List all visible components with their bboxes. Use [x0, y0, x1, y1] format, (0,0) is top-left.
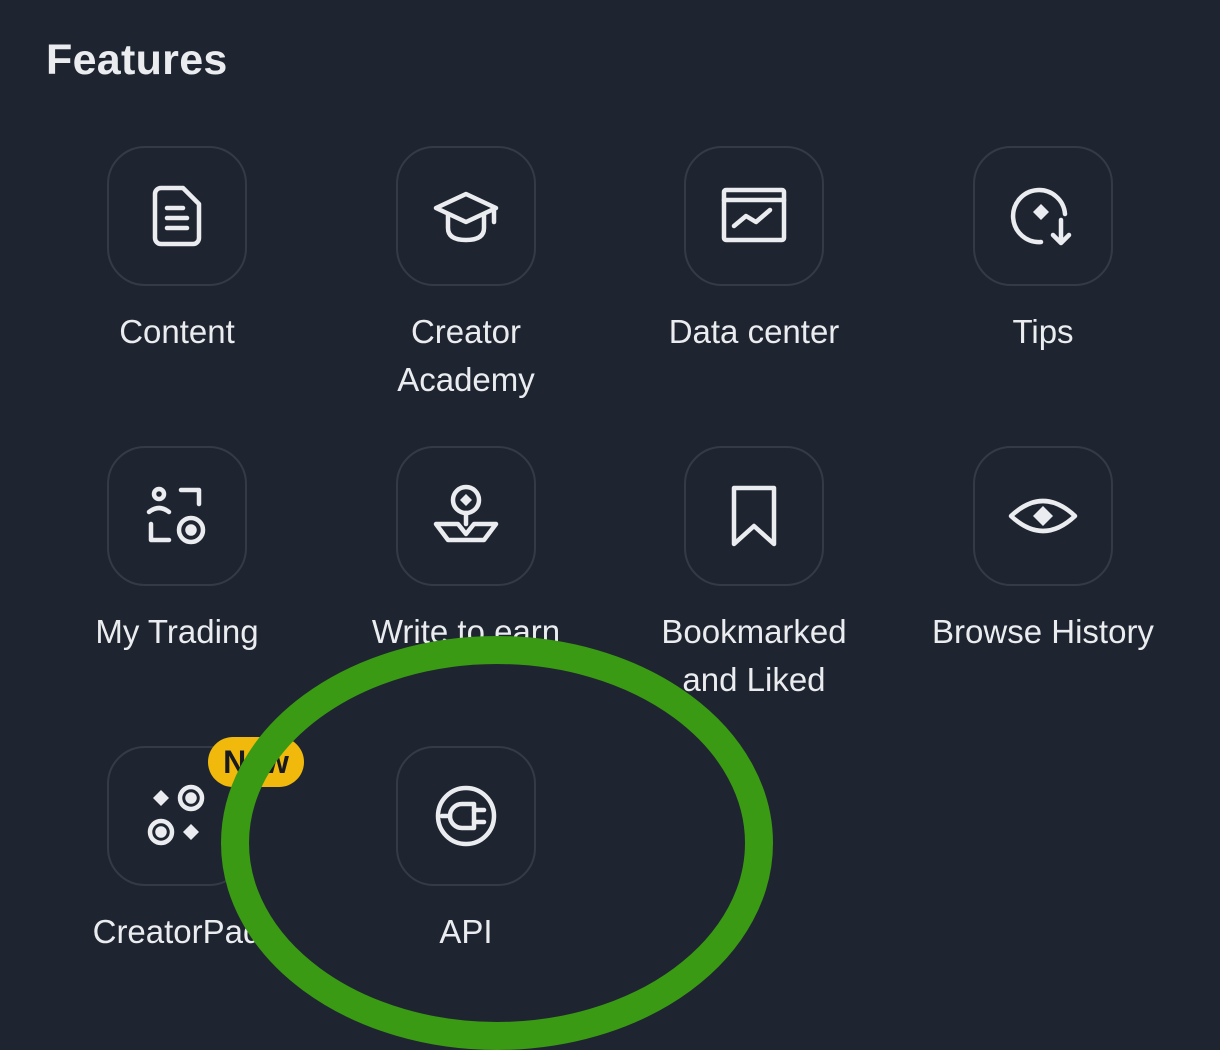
- feature-api[interactable]: API: [321, 746, 611, 956]
- creator-academy-icon-box[interactable]: [396, 146, 536, 286]
- bookmarked-icon-box[interactable]: [684, 446, 824, 586]
- feature-browse-history[interactable]: Browse History: [898, 446, 1188, 656]
- feature-label: CreatorPad: [92, 913, 262, 950]
- feature-label: Content: [119, 313, 235, 350]
- write-to-earn-icon-box[interactable]: [396, 446, 536, 586]
- data-center-icon-box[interactable]: [684, 146, 824, 286]
- my-trading-icon-box[interactable]: [107, 446, 247, 586]
- feature-label: Creator Academy: [397, 313, 535, 398]
- feature-bookmarked-and-liked[interactable]: Bookmarked and Liked: [609, 446, 899, 704]
- feature-content[interactable]: Content: [32, 146, 322, 356]
- feature-label: Write to earn: [371, 613, 561, 650]
- feature-write-to-earn[interactable]: Write to earn: [321, 446, 611, 656]
- trading-icon: [146, 486, 206, 545]
- feature-label: Data center: [668, 313, 840, 350]
- eye-icon: [1008, 498, 1078, 534]
- tips-icon-box[interactable]: [973, 146, 1113, 286]
- graduation-cap-icon: [433, 191, 499, 243]
- plug-icon: [435, 785, 497, 847]
- tips-icon: [1010, 187, 1072, 246]
- feature-label: Bookmarked and Liked: [661, 613, 847, 698]
- feature-label: Browse History: [932, 613, 1154, 650]
- write-to-earn-icon: [433, 484, 499, 543]
- document-icon: [152, 185, 202, 247]
- feature-label: API: [439, 913, 493, 950]
- content-icon-box[interactable]: [107, 146, 247, 286]
- new-badge: New: [208, 737, 304, 787]
- page-title: Features: [46, 36, 228, 84]
- bookmark-icon: [731, 485, 777, 547]
- chart-icon: [721, 187, 787, 243]
- feature-creator-academy[interactable]: Creator Academy: [321, 146, 611, 404]
- feature-tips[interactable]: Tips: [898, 146, 1188, 356]
- feature-my-trading[interactable]: My Trading: [32, 446, 322, 656]
- api-icon-box[interactable]: [396, 746, 536, 886]
- browse-history-icon-box[interactable]: [973, 446, 1113, 586]
- feature-label: Tips: [1012, 313, 1074, 350]
- creatorpad-icon: [147, 784, 205, 846]
- feature-label: My Trading: [95, 613, 259, 650]
- feature-data-center[interactable]: Data center: [609, 146, 899, 356]
